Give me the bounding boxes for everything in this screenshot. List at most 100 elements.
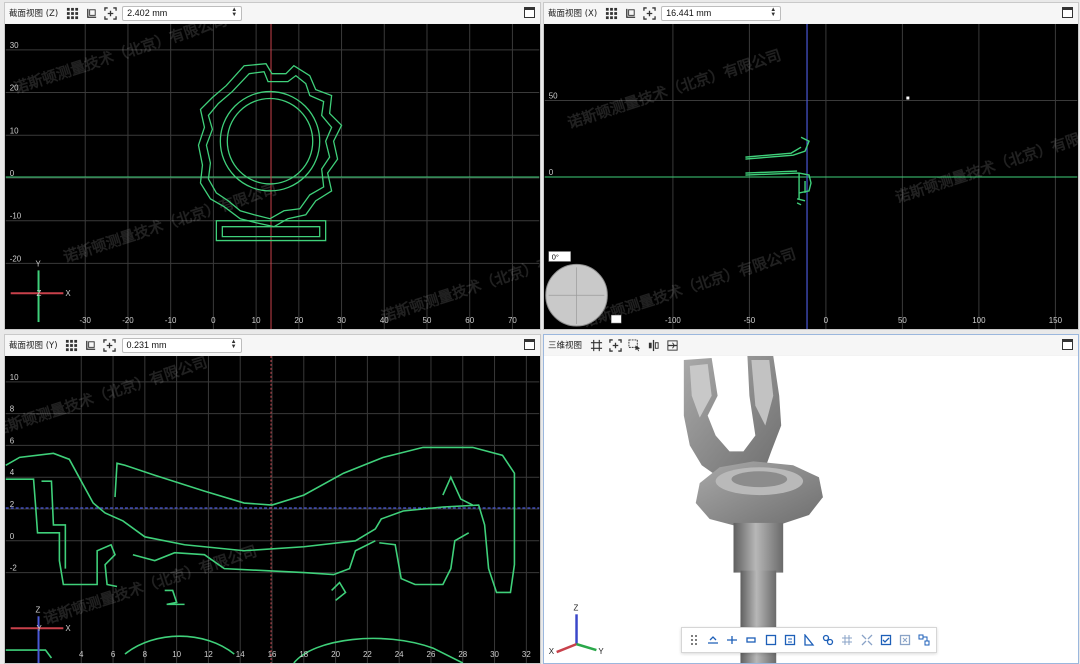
x-tick-label: -10 (165, 316, 177, 325)
section-y-toolbar: 截面视图 (Y) 0.231 mm ▲ ▼ (5, 335, 540, 355)
probe-icon[interactable] (745, 633, 758, 647)
measure-line-icon[interactable] (725, 633, 738, 647)
x-tick-label: 150 (1049, 316, 1063, 325)
view-3d: 三维视图 Z X Y (543, 334, 1079, 664)
point-marker (906, 96, 910, 100)
svg-text:诺斯顿测量技术（北京）有限公司: 诺斯顿测量技术（北京）有限公司 (565, 46, 783, 132)
grid-icon[interactable] (604, 6, 618, 20)
watermark: 诺斯顿测量技术（北京）有限公司 诺斯顿测量技术（北京）有限公司 (5, 356, 259, 628)
svg-text:Y: Y (598, 647, 604, 656)
box-icon[interactable] (764, 633, 777, 647)
reset-view-icon[interactable] (84, 338, 98, 352)
grid-icon[interactable] (65, 6, 79, 20)
section-y-offset-input[interactable]: 0.231 mm ▲ ▼ (121, 337, 242, 353)
svg-text:诺斯顿测量技术（北京）有限公司: 诺斯顿测量技术（北京）有限公司 (379, 240, 540, 326)
x-tick-label: 70 (508, 316, 517, 325)
spin-arrows-icon[interactable]: ▲ ▼ (231, 339, 237, 350)
fit-view-icon[interactable] (103, 6, 117, 20)
checkbox-icon[interactable] (879, 633, 892, 647)
x-tick-label: 28 (458, 650, 467, 659)
y-tick-label: 10 (10, 373, 19, 382)
view3d-canvas[interactable]: Z X Y (544, 356, 1078, 663)
section-y-canvas[interactable]: 诺斯顿测量技术（北京）有限公司 诺斯顿测量技术（北京）有限公司 Z X Y 4 … (5, 356, 540, 663)
watermark: 诺斯顿测量技术（北京）有限公司 诺斯顿测量技术（北京）有限公司 诺斯顿测量技术（… (565, 46, 1078, 329)
fit-view-icon[interactable] (103, 338, 117, 352)
close-box-icon[interactable] (899, 633, 912, 647)
select-region-icon[interactable] (627, 338, 641, 352)
maximize-button[interactable] (524, 339, 535, 350)
svg-text:X: X (65, 289, 71, 298)
y-tick-label: 20 (10, 84, 19, 93)
x-tick-label: 4 (79, 650, 84, 659)
y-tick-label: -20 (10, 254, 22, 263)
section-y-title: 截面视图 (Y) (9, 341, 58, 351)
x-tick-label: 0 (211, 316, 216, 325)
x-tick-label: 32 (522, 650, 531, 659)
svg-text:X: X (549, 647, 555, 656)
axis-triad-3d: Z X Y (549, 603, 605, 656)
x-tick-label: 40 (380, 316, 389, 325)
x-tick-label: -20 (122, 316, 134, 325)
section-x-canvas[interactable]: 诺斯顿测量技术（北京）有限公司 诺斯顿测量技术（北京）有限公司 诺斯顿测量技术（… (544, 24, 1078, 329)
grid-icon[interactable] (65, 338, 79, 352)
link-icon[interactable] (822, 633, 835, 647)
section-z-canvas[interactable]: 诺斯顿测量技术（北京）有限公司 诺斯顿测量技术（北京）有限公司 诺斯顿测量技术（… (5, 24, 540, 329)
drag-handle-icon[interactable] (687, 633, 700, 647)
grid-icon[interactable] (589, 338, 603, 352)
svg-text:Z: Z (36, 605, 41, 614)
section-view-z: 截面视图 (Z) 2.402 mm ▲ ▼ 诺斯顿测量技术（北京）有限公司 诺斯顿… (4, 2, 541, 330)
section-x-offset-input[interactable]: 16.441 mm ▲ ▼ (661, 5, 782, 21)
y-tick-labels: 30 20 10 0 -10 -20 (10, 41, 22, 264)
x-tick-label: 20 (294, 316, 303, 325)
watermark: 诺斯顿测量技术（北京）有限公司 诺斯顿测量技术（北京）有限公司 诺斯顿测量技术（… (11, 24, 540, 326)
x-tick-label: 6 (111, 650, 116, 659)
y-tick-label: 50 (549, 92, 558, 101)
x-tick-label: 50 (423, 316, 432, 325)
spin-arrows-icon[interactable]: ▲ ▼ (231, 7, 237, 18)
section-x-title: 截面视图 (X) (548, 9, 598, 19)
section-z-offset-value: 2.402 mm (127, 8, 168, 18)
x-tick-label: 12 (204, 650, 213, 659)
maximize-button[interactable] (1062, 339, 1073, 350)
x-tick-labels: -30 -20 -10 0 10 20 30 40 50 60 70 (79, 316, 517, 325)
spin-arrows-icon[interactable]: ▲ ▼ (770, 7, 776, 18)
measure-point-icon[interactable] (706, 633, 719, 647)
section-z-offset-input[interactable]: 2.402 mm ▲ ▼ (122, 5, 243, 21)
x-tick-label: 14 (236, 650, 245, 659)
svg-text:Y: Y (36, 259, 42, 268)
x-tick-label: 24 (395, 650, 404, 659)
angle-icon[interactable] (802, 633, 815, 647)
section-view-x: 截面视图 (X) 16.441 mm ▲ ▼ 诺斯顿测量技术（北京）有限公司 诺斯… (543, 2, 1079, 330)
y-tick-labels: 50 0 (549, 92, 558, 177)
section-plane-icon[interactable] (665, 338, 679, 352)
reset-view-icon[interactable] (623, 6, 637, 20)
x-tick-label: 60 (465, 316, 474, 325)
grid-select-icon[interactable] (841, 633, 854, 647)
svg-text:诺斯顿测量技术（北京）有限公司: 诺斯顿测量技术（北京）有限公司 (11, 24, 229, 97)
y-tick-label: -2 (10, 564, 18, 573)
maximize-button[interactable] (524, 7, 535, 18)
x-tick-label: 30 (337, 316, 346, 325)
x-tick-labels: -100 -50 0 50 100 150 (665, 316, 1063, 325)
fit-view-icon[interactable] (608, 338, 622, 352)
section-z-plot: 诺斯顿测量技术（北京）有限公司 诺斯顿测量技术（北京）有限公司 诺斯顿测量技术（… (5, 24, 540, 329)
fit-view-icon[interactable] (642, 6, 656, 20)
expand-icon[interactable] (860, 633, 873, 647)
y-tick-label: 6 (10, 436, 15, 445)
x-tick-label: 20 (331, 650, 340, 659)
maximize-button[interactable] (1062, 7, 1073, 18)
part-render: Z X Y (549, 356, 823, 663)
x-tick-label: -50 (744, 316, 756, 325)
section-view-y: 截面视图 (Y) 0.231 mm ▲ ▼ 诺斯顿测量技术（北京）有限公司 诺斯顿… (4, 334, 541, 664)
svg-text:诺斯顿测量技术（北京）有限公司: 诺斯顿测量技术（北京）有限公司 (893, 120, 1078, 206)
mirror-icon[interactable] (646, 338, 660, 352)
group-icon[interactable] (918, 633, 931, 647)
svg-text:X: X (65, 624, 71, 633)
collapse-icon (611, 314, 622, 324)
note-icon[interactable] (783, 633, 796, 647)
x-tick-label: 18 (299, 650, 308, 659)
x-tick-label: -100 (665, 316, 681, 325)
x-tick-label: 26 (427, 650, 436, 659)
reset-view-icon[interactable] (84, 6, 98, 20)
view3d-title: 三维视图 (548, 341, 583, 351)
